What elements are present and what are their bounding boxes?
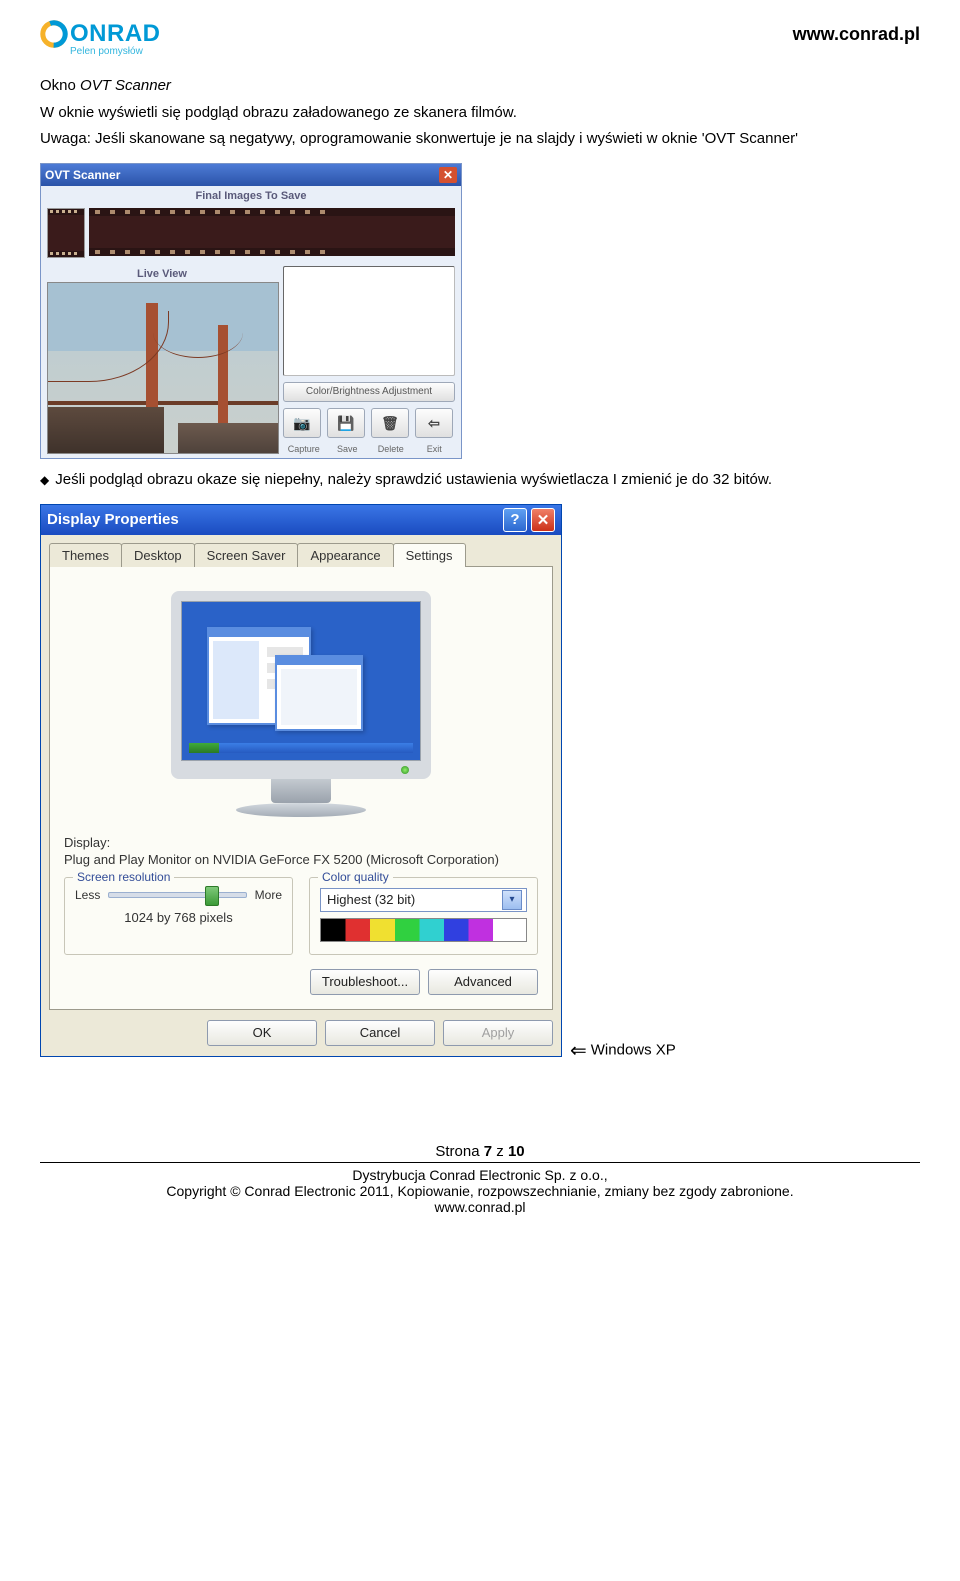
- ovt-title-text: OVT Scanner: [45, 168, 120, 182]
- capture-preview-panel: [283, 266, 455, 376]
- tab-screen-saver[interactable]: Screen Saver: [194, 543, 299, 567]
- cancel-button[interactable]: Cancel: [325, 1020, 435, 1046]
- paragraph-2: Uwaga: Jeśli skanowane są negatywy, opro…: [40, 128, 920, 151]
- page-n: 7: [484, 1143, 492, 1160]
- logo-c-icon: [40, 20, 68, 48]
- footer-divider: [40, 1162, 920, 1163]
- display-properties-window: Display Properties ? ✕ Themes Desktop Sc…: [40, 504, 562, 1057]
- page-word: Strona: [435, 1143, 483, 1160]
- help-icon[interactable]: ?: [503, 508, 527, 532]
- film-roll[interactable]: [89, 208, 455, 256]
- quality-legend: Color quality: [318, 870, 393, 884]
- heading-italic: OVT Scanner: [80, 77, 171, 94]
- film-thumb[interactable]: [47, 208, 85, 258]
- less-label: Less: [75, 888, 100, 902]
- display-label: Display:: [64, 835, 538, 850]
- dp-title-text: Display Properties: [47, 511, 179, 528]
- advanced-button[interactable]: Advanced: [428, 969, 538, 995]
- page-number: Strona 7 z 10: [40, 1143, 920, 1160]
- close-icon[interactable]: ✕: [531, 508, 555, 532]
- color-brightness-button[interactable]: Color/Brightness Adjustment: [283, 382, 455, 402]
- floppy-icon: 💾: [337, 416, 354, 430]
- live-view-row: Live View Color/Brightness Adjustment 📷 …: [41, 262, 461, 458]
- final-images-label: Final Images To Save: [41, 186, 461, 204]
- bullet-note: Jeśli podgląd obrazu okaze się niepełny,…: [40, 471, 920, 488]
- live-view-right: Color/Brightness Adjustment 📷 💾 🗑 ⇦ Capt…: [283, 266, 455, 454]
- logo-main: ONRAD: [40, 20, 161, 48]
- arrow-left-icon: ⇐: [570, 1040, 587, 1062]
- chevron-down-icon[interactable]: ▾: [502, 890, 522, 910]
- film-strip: [41, 204, 461, 262]
- dp-row: Display Properties ? ✕ Themes Desktop Sc…: [40, 498, 920, 1063]
- apply-button[interactable]: Apply: [443, 1020, 553, 1046]
- resolution-text: 1024 by 768 pixels: [75, 910, 282, 925]
- color-spectrum: [320, 918, 527, 942]
- footer-line-2: Copyright © Conrad Electronic 2011, Kopi…: [40, 1183, 920, 1199]
- caption-exit: Exit: [416, 444, 454, 454]
- slider-thumb[interactable]: [205, 886, 219, 906]
- page-of: z: [492, 1143, 508, 1160]
- res-legend: Screen resolution: [73, 870, 174, 884]
- site-url: www.conrad.pl: [793, 24, 920, 45]
- live-view-preview: [47, 282, 279, 454]
- action-icon-row: 📷 💾 🗑 ⇦: [283, 408, 455, 438]
- tab-appearance[interactable]: Appearance: [297, 543, 393, 567]
- exit-icon: ⇦: [428, 416, 440, 430]
- dp-tabs: Themes Desktop Screen Saver Appearance S…: [41, 535, 561, 567]
- tab-themes[interactable]: Themes: [49, 543, 122, 567]
- caption-capture: Capture: [285, 444, 323, 454]
- paragraph-1: W oknie wyświetli się podgląd obrazu zał…: [40, 102, 920, 125]
- delete-button[interactable]: 🗑: [371, 408, 409, 438]
- live-view-left: Live View: [47, 266, 277, 454]
- footer-line-1: Dystrybucja Conrad Electronic Sp. z o.o.…: [40, 1167, 920, 1183]
- brand-logo: ONRAD Pelen pomysłów: [40, 20, 161, 57]
- ovt-title-bar: OVT Scanner ✕: [41, 164, 461, 186]
- quality-value: Highest (32 bit): [327, 892, 415, 907]
- page-footer: Strona 7 z 10 Dystrybucja Conrad Electro…: [40, 1143, 920, 1215]
- dp-footer-buttons: OK Cancel Apply: [41, 1010, 561, 1056]
- logo-text: ONRAD: [70, 20, 161, 48]
- monitor-illustration: [64, 581, 538, 835]
- live-view-label: Live View: [47, 266, 277, 282]
- save-button[interactable]: 💾: [327, 408, 365, 438]
- ovt-scanner-window: OVT Scanner ✕ Final Images To Save Live …: [40, 163, 462, 459]
- page-total: 10: [508, 1143, 525, 1160]
- footer-url: www.conrad.pl: [40, 1199, 920, 1215]
- tab-desktop[interactable]: Desktop: [121, 543, 195, 567]
- document-page: ONRAD Pelen pomysłów www.conrad.pl Okno …: [0, 0, 960, 1235]
- caption-delete: Delete: [372, 444, 410, 454]
- ok-button[interactable]: OK: [207, 1020, 317, 1046]
- color-quality-group: Color quality Highest (32 bit) ▾: [309, 877, 538, 955]
- exit-button[interactable]: ⇦: [415, 408, 453, 438]
- heading-okno: Okno OVT Scanner: [40, 75, 920, 98]
- windows-xp-note: ⇐Windows XP: [570, 1038, 676, 1063]
- caption-save: Save: [329, 444, 367, 454]
- resolution-slider[interactable]: [108, 892, 246, 898]
- screen-resolution-group: Screen resolution Less More 1024 by 768 …: [64, 877, 293, 955]
- close-icon[interactable]: ✕: [439, 167, 457, 183]
- troubleshoot-button[interactable]: Troubleshoot...: [310, 969, 420, 995]
- heading-prefix: Okno: [40, 77, 80, 94]
- dp-title-bar: Display Properties ? ✕: [41, 505, 561, 535]
- action-captions: Capture Save Delete Exit: [283, 444, 455, 454]
- display-value: Plug and Play Monitor on NVIDIA GeForce …: [64, 852, 538, 867]
- capture-button[interactable]: 📷: [283, 408, 321, 438]
- trash-icon: 🗑: [381, 416, 399, 430]
- dp-title-buttons: ? ✕: [503, 508, 555, 532]
- page-header: ONRAD Pelen pomysłów www.conrad.pl: [40, 20, 920, 57]
- more-label: More: [255, 888, 282, 902]
- dp-inner-buttons: Troubleshoot... Advanced: [64, 969, 538, 995]
- camera-icon: 📷: [293, 416, 310, 430]
- dp-body: Display: Plug and Play Monitor on NVIDIA…: [49, 566, 553, 1010]
- tab-settings[interactable]: Settings: [393, 543, 466, 567]
- color-quality-select[interactable]: Highest (32 bit) ▾: [320, 888, 527, 912]
- logo-tagline: Pelen pomysłów: [70, 46, 161, 57]
- dp-settings-columns: Screen resolution Less More 1024 by 768 …: [64, 877, 538, 955]
- windows-xp-text: Windows XP: [591, 1041, 676, 1058]
- resolution-slider-row: Less More: [75, 888, 282, 902]
